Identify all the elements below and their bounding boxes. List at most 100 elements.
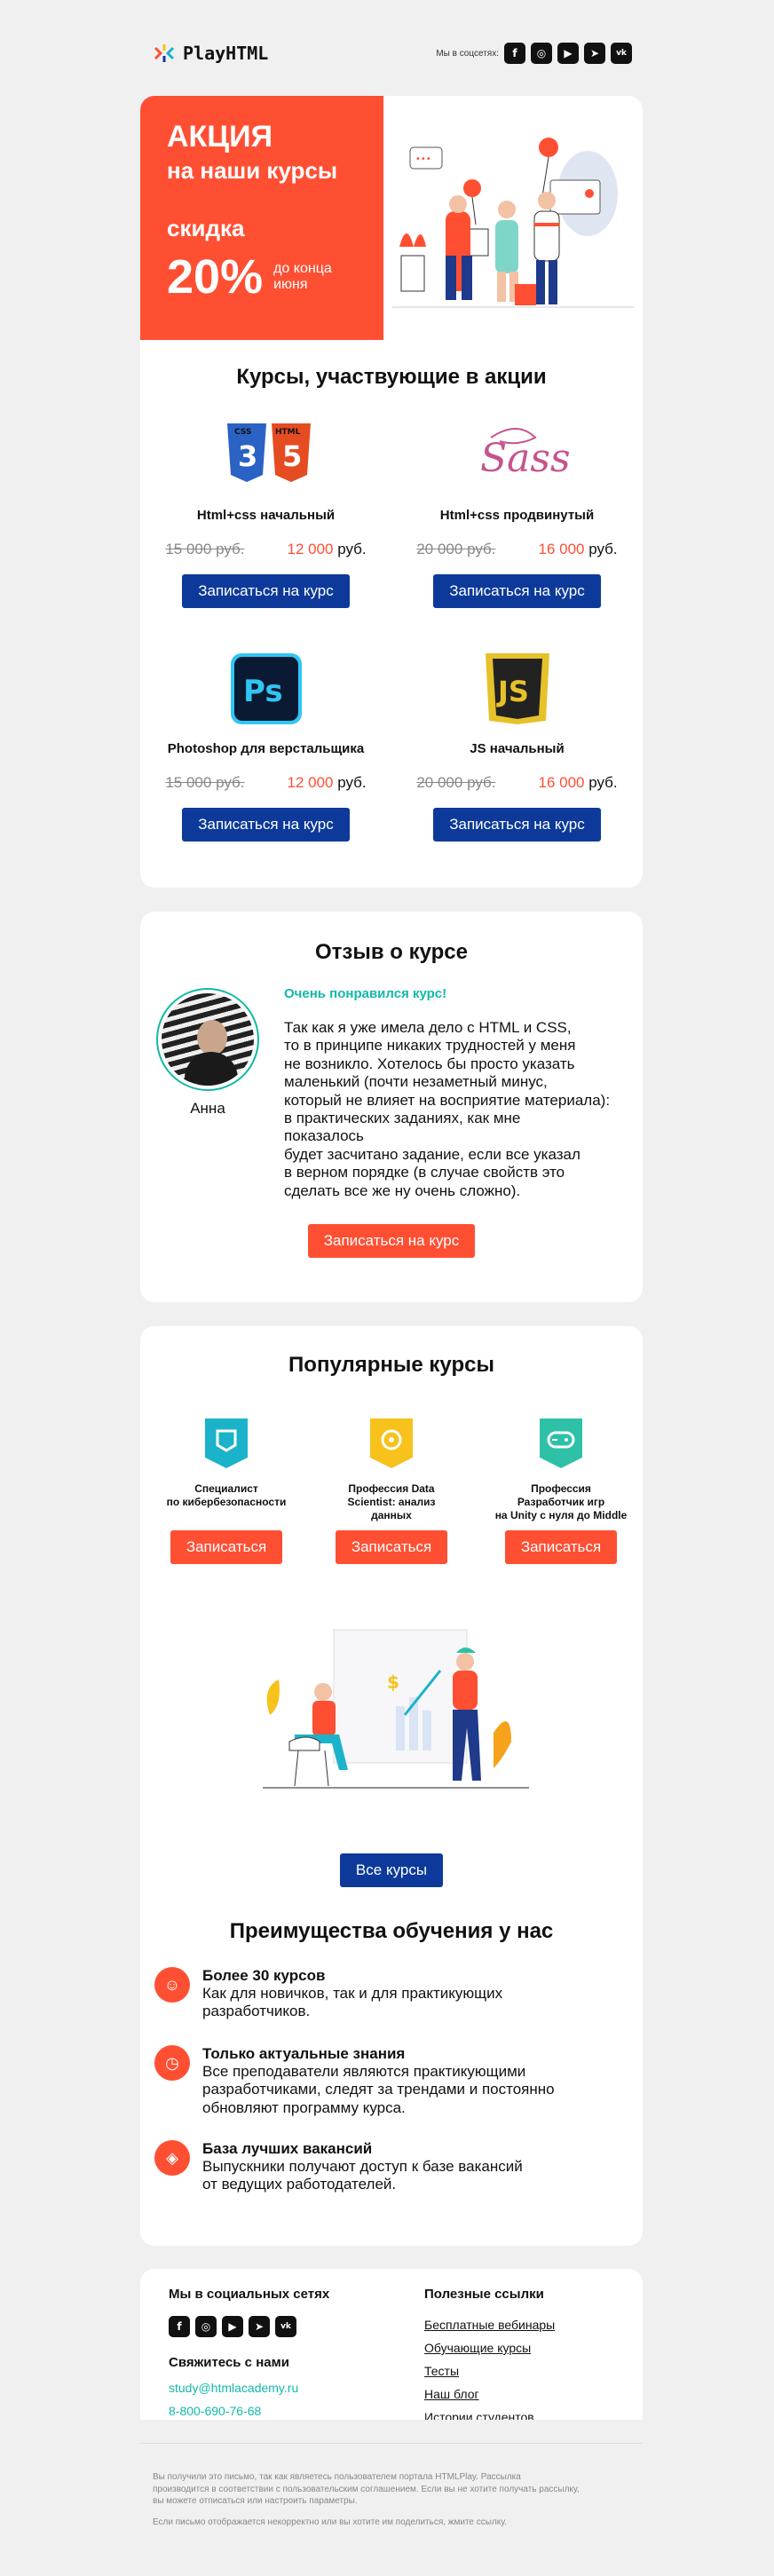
popular-course-line: Профессия Data — [348, 1482, 435, 1495]
currency: руб. — [337, 541, 367, 557]
promo-until-1: до конца — [273, 261, 332, 276]
html-label: HTML — [275, 428, 301, 437]
all-courses-button[interactable]: Все курсы — [339, 1853, 444, 1887]
enroll-course-button[interactable]: Записаться на курс — [182, 574, 350, 608]
legal-line: Если письмо отображается некорректно или… — [153, 2517, 508, 2527]
popular-course: Профессия Data Scientist: анализ данных … — [329, 1418, 454, 1564]
advantage-line: разработчиками, следят за трендами и пос… — [202, 2081, 555, 2098]
review-title: Отзыв о курсе — [315, 940, 468, 964]
advantage-line: Как для новичков, так и для практикующих — [202, 1985, 503, 2002]
footer-link[interactable]: Тесты — [424, 2364, 555, 2378]
popular-course-line: на Unity с нуля до Middle — [494, 1509, 628, 1521]
review-line: Так как я уже имела дело с HTML и CSS, — [284, 1019, 572, 1036]
old-price: 15 000 руб. — [165, 541, 245, 557]
course-name: Photoshop для верстальщика — [167, 741, 365, 756]
promo-title: АКЦИЯ — [167, 120, 273, 154]
review-line: в практических заданиях, как мне показал… — [284, 1109, 521, 1145]
legal-line: производится в соответствии с пользовате… — [153, 2484, 580, 2494]
vk-icon[interactable]: vk — [275, 2316, 296, 2337]
course-card: CSS 3 HTML 5 Html+css начальный 15 000 р… — [140, 420, 391, 608]
promo-courses-card: АКЦИЯ на наши курсы скидка 20% до конца и… — [140, 96, 643, 888]
advantage-line: обновляют программу курса. — [202, 2098, 406, 2116]
logo-icon — [154, 44, 175, 62]
sass-logo-icon: Sass — [480, 428, 571, 481]
telegram-icon[interactable]: ➤ — [249, 2316, 270, 2337]
footer-link[interactable]: Наш блог — [424, 2387, 555, 2401]
footer-link[interactable]: Истории студентов — [424, 2410, 555, 2420]
sass-label: Sass — [480, 436, 571, 481]
old-price: 20 000 руб. — [416, 541, 496, 557]
popular-course-line: Разработчик игр — [517, 1496, 605, 1508]
enroll-course-button[interactable]: Записаться на курс — [182, 808, 350, 842]
footer-email[interactable]: study@htmlacademy.ru — [169, 2381, 329, 2395]
svg-text:$: $ — [387, 1671, 399, 1693]
review-line: то в принципе никаких трудностей у меня — [284, 1037, 576, 1055]
promo-discount-label: скидка — [167, 215, 245, 242]
course-name: Html+css продвинутый — [439, 508, 595, 523]
youtube-icon[interactable]: ▶ — [222, 2316, 243, 2337]
facebook-icon[interactable]: f — [169, 2316, 190, 2337]
courses-title: Курсы, участвующие в акции — [236, 365, 547, 389]
popular-course-line: Специалист — [194, 1482, 258, 1495]
course-name: JS начальный — [470, 741, 565, 756]
js-label: JS — [496, 675, 529, 708]
popular-enroll-button[interactable]: Записаться — [335, 1530, 448, 1564]
promo-illustration: ••• — [383, 96, 643, 340]
svg-text:•••: ••• — [415, 154, 431, 164]
team-illustration: $ — [263, 1626, 529, 1804]
enroll-course-button[interactable]: Записаться на курс — [433, 808, 601, 842]
footer-social-title: Мы в социальных сетях — [169, 2287, 330, 2302]
review-line: не возникло. Хотелось бы просто указать — [284, 1055, 575, 1072]
footer-card: Мы в социальных сетях f ◎ ▶ ➤ vk Свяжите… — [140, 2269, 643, 2420]
review-headline: Очень понравился курс! — [284, 986, 447, 1001]
advantage-line: Все преподаватели являются практикующими — [202, 2063, 526, 2080]
promo-subtitle: на наши курсы — [167, 157, 338, 185]
instagram-icon[interactable]: ◎ — [531, 43, 552, 64]
footer-link[interactable]: Обучающие курсы — [424, 2341, 555, 2355]
email-header: PlayHTML Мы в соцсетях: f ◎ ▶ ➤ vk — [153, 37, 632, 69]
css-label: CSS — [234, 428, 251, 437]
review-line: маленький (почти незаметный минус, — [284, 1073, 548, 1091]
clock-icon: ◷ — [154, 2045, 190, 2081]
footer-phone[interactable]: 8-800-690-76-68 — [169, 2404, 329, 2418]
review-enroll-button[interactable]: Записаться на курс — [307, 1224, 476, 1258]
enroll-course-button[interactable]: Записаться на курс — [433, 574, 601, 608]
new-price: 12 000 — [287, 541, 334, 557]
advantage-title: Только актуальные знания — [202, 2045, 406, 2062]
course-card: JS JS начальный 20 000 руб. 16 000 руб. … — [391, 653, 643, 842]
legal-text: Вы получили это письмо, так как являетес… — [153, 2471, 632, 2528]
footer-link[interactable]: Бесплатные вебинары — [424, 2318, 555, 2332]
advantage-line: Выпускники получают доступ к базе ваканс… — [202, 2158, 523, 2175]
css-html-logo-icon: CSS 3 HTML 5 — [226, 423, 311, 482]
youtube-icon[interactable]: ▶ — [557, 43, 579, 64]
popular-enroll-button[interactable]: Записаться — [170, 1530, 283, 1564]
currency: руб. — [337, 774, 367, 791]
footer-divider — [140, 2443, 643, 2444]
old-price: 20 000 руб. — [416, 774, 496, 791]
logo[interactable]: PlayHTML — [153, 42, 268, 65]
instagram-icon[interactable]: ◎ — [195, 2316, 217, 2337]
vk-icon[interactable]: vk — [611, 43, 632, 64]
shield-icon — [205, 1418, 248, 1468]
course-card: Ps Photoshop для верстальщика 15 000 руб… — [140, 653, 391, 842]
popular-course-line: данных — [371, 1509, 412, 1521]
popular-course-line: Профессия — [531, 1482, 591, 1495]
popular-enroll-button[interactable]: Записаться — [504, 1530, 618, 1564]
smile-icon: ☺ — [154, 1967, 190, 2003]
advantage-title: База лучших вакансий — [202, 2140, 373, 2157]
popular-course-line: по кибербезопасности — [166, 1496, 287, 1508]
advantage-item: ☺ Более 30 курсов Как для новичков, так … — [154, 1967, 598, 2021]
photoshop-logo-icon: Ps — [230, 653, 302, 724]
logo-text: PlayHTML — [183, 43, 269, 64]
advantage-item: ◷ Только актуальные знания Все преподава… — [154, 2045, 598, 2117]
new-price: 16 000 — [538, 774, 585, 791]
promo-discount-value: 20% — [167, 250, 264, 304]
svg-text:5: 5 — [282, 439, 302, 473]
promo-until-2: июня — [273, 277, 308, 293]
facebook-icon[interactable]: f — [504, 43, 525, 64]
data-icon — [370, 1418, 413, 1468]
gamepad-icon — [540, 1418, 582, 1468]
advantage-title: Более 30 курсов — [202, 1967, 326, 1984]
advantage-line: от ведущих работодателей. — [202, 2176, 397, 2193]
telegram-icon[interactable]: ➤ — [584, 43, 605, 64]
